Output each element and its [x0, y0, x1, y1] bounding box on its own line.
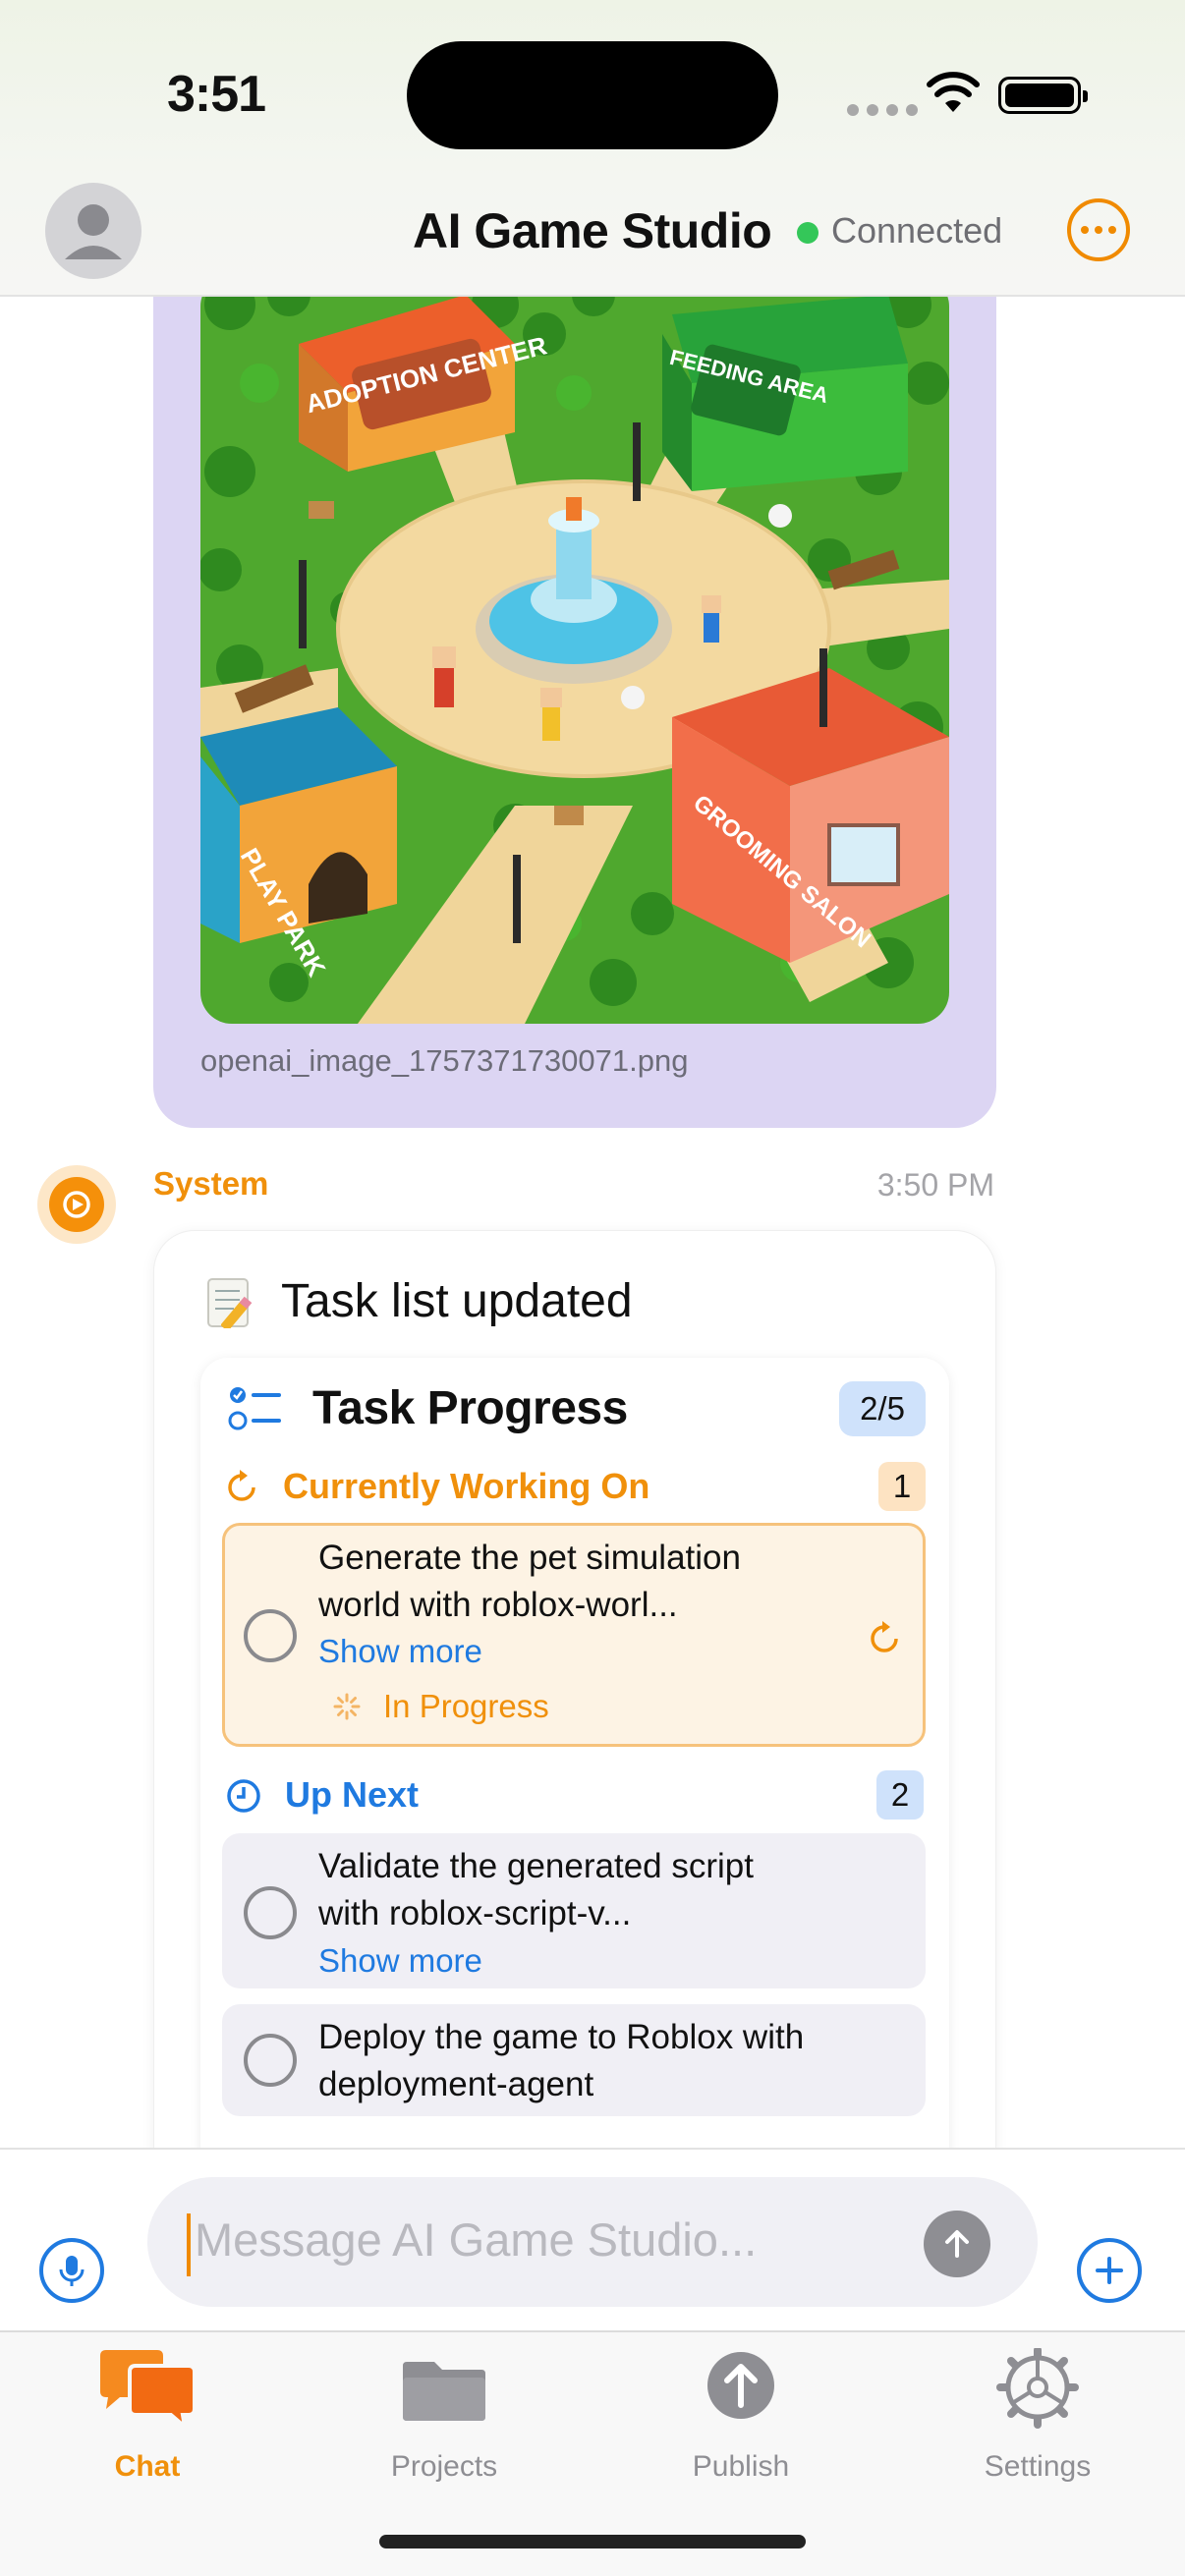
task-text-line2: deployment-agent	[318, 2065, 594, 2103]
arrow-up-icon	[945, 2230, 969, 2258]
task-checkbox[interactable]	[244, 2034, 297, 2087]
tab-label: Chat	[114, 2450, 181, 2483]
game-world-illustration: ADOPTION CENTER FEEDING AREA PLAY PARK G…	[200, 275, 949, 1024]
tab-publish[interactable]: Publish	[633, 2348, 849, 2486]
gear-icon	[988, 2346, 1087, 2436]
system-heading-text: Task list updated	[281, 1274, 633, 1327]
connection-status-text: Connected	[831, 210, 1003, 251]
section-next-label: Up Next	[285, 1774, 420, 1815]
task-progress-count: 2/5	[839, 1381, 926, 1436]
show-more-link[interactable]: Show more	[318, 1942, 482, 1980]
home-indicator	[379, 2535, 806, 2548]
tab-projects[interactable]: Projects	[336, 2348, 552, 2486]
chat-bubbles-icon	[98, 2348, 197, 2436]
section-next-count: 2	[876, 1770, 924, 1820]
plus-icon	[1096, 2257, 1123, 2284]
user-avatar[interactable]	[45, 183, 141, 279]
connection-status-dot	[797, 222, 818, 244]
task-text-line1: Deploy the game to Roblox with	[318, 2018, 805, 2056]
tab-label: Settings	[984, 2450, 1092, 2483]
more-options-button[interactable]	[1067, 198, 1130, 261]
system-avatar	[37, 1165, 116, 1244]
task-checkbox[interactable]	[244, 1886, 297, 1939]
microphone-button[interactable]	[39, 2238, 104, 2303]
folder-icon	[395, 2348, 493, 2436]
task-text-line2: world with roblox-worl...	[318, 1586, 678, 1624]
app-title: AI Game Studio	[413, 203, 772, 258]
system-sender-name: System	[153, 1165, 269, 1202]
in-progress-refresh-icon	[865, 1619, 904, 1658]
clock-icon	[224, 1776, 263, 1816]
section-current-count: 1	[878, 1462, 926, 1511]
cellular-signal-icon	[847, 104, 918, 116]
tab-settings[interactable]: Settings	[930, 2346, 1146, 2486]
system-gear-icon	[49, 1177, 104, 1232]
task-list-updated-heading: Task list updated	[206, 1273, 633, 1331]
dynamic-island	[407, 41, 778, 149]
generated-game-image[interactable]: ADOPTION CENTER FEEDING AREA PLAY PARK G…	[200, 275, 949, 1024]
task-status-in-progress: In Progress	[383, 1688, 549, 1724]
memo-icon	[206, 1273, 259, 1331]
status-time: 3:51	[167, 66, 266, 123]
section-current-label: Currently Working On	[283, 1466, 650, 1506]
app-screen: ADOPTION CENTER FEEDING AREA PLAY PARK G…	[0, 0, 1185, 2576]
add-attachment-button[interactable]	[1077, 2238, 1142, 2303]
text-cursor	[187, 2213, 191, 2276]
tab-label: Projects	[390, 2450, 498, 2483]
task-text-line1: Generate the pet simulation	[318, 1539, 741, 1577]
refresh-icon	[222, 1468, 261, 1507]
task-text-line1: Validate the generated script	[318, 1847, 754, 1885]
spinner-icon	[332, 1692, 362, 1721]
task-text-line2: with roblox-script-v...	[318, 1894, 632, 1932]
send-button[interactable]	[924, 2211, 990, 2277]
show-more-link[interactable]: Show more	[318, 1633, 482, 1670]
task-progress-title: Task Progress	[312, 1382, 628, 1434]
wifi-icon	[926, 71, 981, 114]
image-file-name: openai_image_1757371730071.png	[200, 1043, 689, 1078]
message-input-placeholder: Message AI Game Studio...	[195, 2213, 758, 2266]
system-message-time: 3:50 PM	[876, 1167, 994, 1203]
tab-label: Publish	[692, 2450, 790, 2483]
battery-icon	[998, 77, 1088, 114]
checklist-icon	[228, 1383, 283, 1434]
tab-chat[interactable]: Chat	[39, 2348, 255, 2486]
upload-icon	[692, 2348, 790, 2436]
task-checkbox[interactable]	[244, 1609, 297, 1662]
microphone-icon	[59, 2256, 85, 2286]
